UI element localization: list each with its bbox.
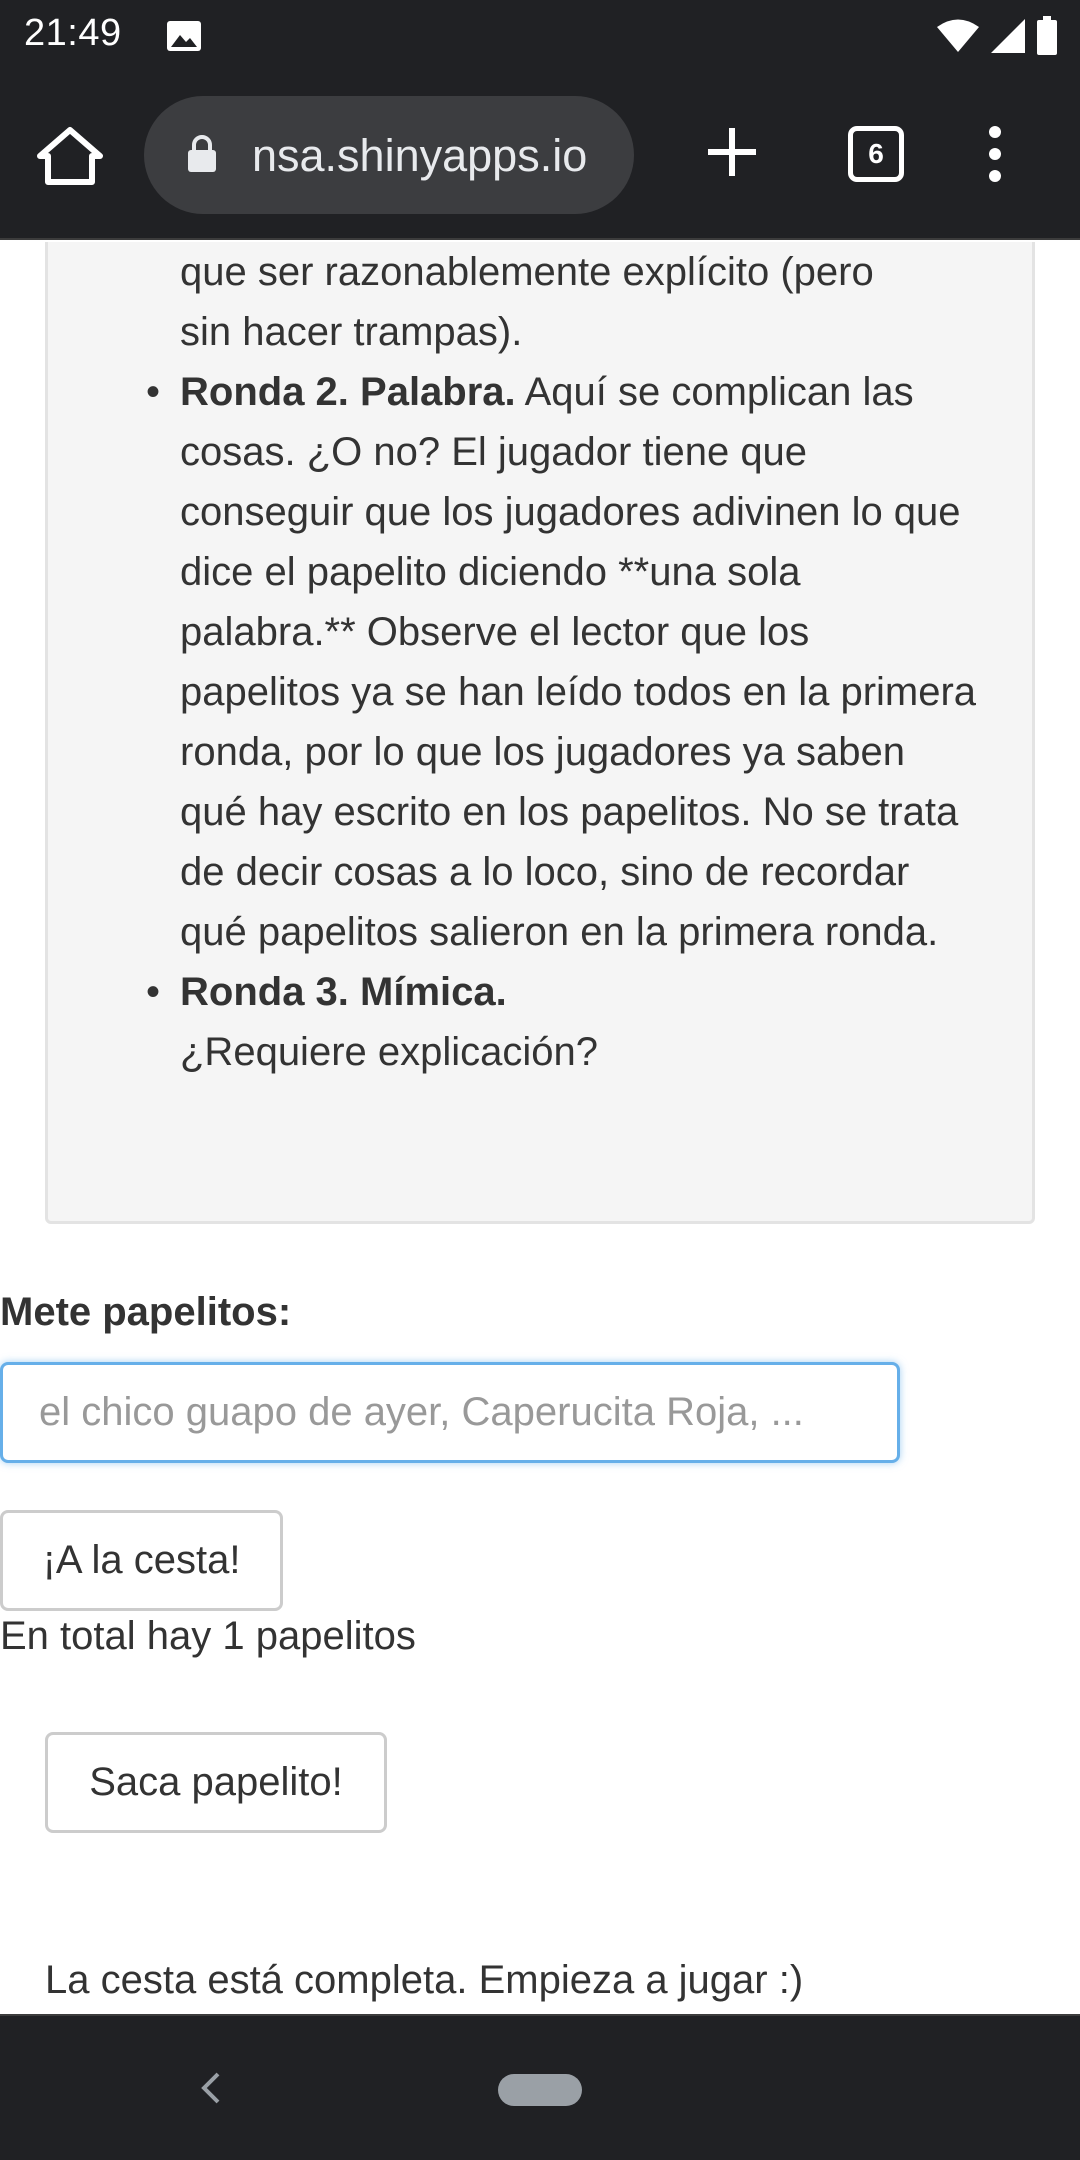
browser-toolbar: nsa.shinyapps.io 6 bbox=[0, 72, 1080, 240]
tabs-icon[interactable]: 6 bbox=[848, 126, 904, 182]
round3-title: Ronda 3. Mímica. bbox=[180, 970, 507, 1014]
back-icon[interactable] bbox=[190, 2066, 230, 2110]
bullet: • bbox=[146, 370, 161, 414]
round2-title: Ronda 2. Palabra. bbox=[180, 370, 516, 414]
status-time: 21:49 bbox=[24, 12, 122, 54]
status-icons bbox=[936, 14, 1058, 58]
papelito-input[interactable] bbox=[0, 1362, 900, 1463]
round3-text: ¿Requiere explicación? bbox=[180, 1030, 599, 1074]
list-item-round2: • Ronda 2. Palabra. Aquí se complican la… bbox=[146, 362, 980, 962]
home-pill[interactable] bbox=[498, 2074, 582, 2106]
url-bar[interactable]: nsa.shinyapps.io bbox=[144, 96, 634, 214]
page-content: que ser razonablemente explícito (pero s… bbox=[0, 242, 1080, 2014]
total-count-text: En total hay 1 papelitos bbox=[0, 1614, 416, 1658]
draw-papelito-button[interactable]: Saca papelito! bbox=[45, 1732, 387, 1833]
add-to-basket-button[interactable]: ¡A la cesta! bbox=[0, 1510, 283, 1611]
signal-icon bbox=[991, 19, 1025, 53]
home-icon[interactable] bbox=[34, 124, 106, 188]
tab-count: 6 bbox=[868, 138, 884, 169]
more-vert-icon[interactable] bbox=[980, 124, 1010, 184]
status-bar: 21:49 bbox=[0, 0, 1080, 72]
basket-complete-text: La cesta está completa. Empieza a jugar … bbox=[45, 1958, 804, 2002]
url-text: nsa.shinyapps.io bbox=[252, 130, 588, 181]
system-nav-bar bbox=[0, 2014, 1080, 2160]
rules-text: que ser razonablemente explícito (pero s… bbox=[146, 242, 980, 1082]
wifi-icon bbox=[937, 19, 979, 52]
image-icon bbox=[167, 21, 201, 51]
bullet: • bbox=[146, 970, 161, 1014]
plus-icon[interactable] bbox=[702, 122, 762, 182]
round2-text: Aquí se complican las cosas. ¿O no? El j… bbox=[180, 370, 977, 954]
rules-list: • Ronda 2. Palabra. Aquí se complican la… bbox=[146, 362, 980, 1082]
round1-continuation: que ser razonablemente explícito (pero s… bbox=[180, 250, 874, 354]
lock-icon bbox=[188, 135, 216, 172]
battery-icon bbox=[1037, 16, 1057, 55]
list-item-round3: • Ronda 3. Mímica. ¿Requiere explicación… bbox=[146, 962, 980, 1082]
papelitos-label: Mete papelitos: bbox=[0, 1290, 292, 1334]
